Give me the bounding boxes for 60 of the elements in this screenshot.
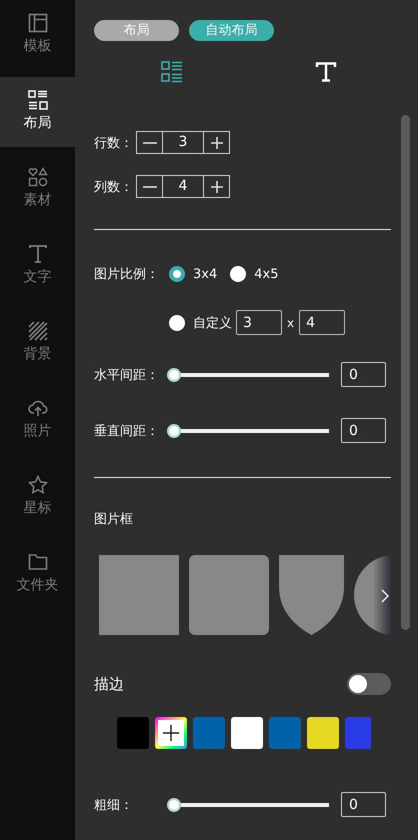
slider-label: 垂直间距： bbox=[94, 422, 160, 440]
stepper-label: 行数： bbox=[94, 134, 134, 152]
shapes-icon bbox=[28, 167, 48, 187]
section-title: 图片框 bbox=[94, 511, 134, 529]
stroke-toggle[interactable] bbox=[347, 673, 391, 695]
plus-icon bbox=[210, 180, 224, 194]
value-input[interactable]: 0 bbox=[341, 792, 386, 817]
folder-icon bbox=[28, 552, 48, 572]
plus-icon bbox=[162, 724, 180, 742]
color-swatch[interactable] bbox=[117, 717, 149, 749]
sidebar-item[interactable]: 文字 bbox=[0, 231, 75, 308]
star-icon bbox=[28, 475, 48, 495]
color-swatch[interactable] bbox=[269, 717, 301, 749]
shield-frame[interactable] bbox=[279, 555, 344, 635]
width-input[interactable]: 3 bbox=[236, 310, 282, 335]
minus-icon bbox=[142, 186, 156, 188]
text-tab-icon[interactable] bbox=[314, 61, 336, 83]
cloud-upload-icon bbox=[28, 398, 48, 418]
radio-button[interactable] bbox=[169, 266, 185, 282]
sidebar-item[interactable]: 布局 bbox=[0, 77, 75, 147]
slider-label: 水平间距： bbox=[94, 366, 160, 384]
ratio-label: 图片比例： bbox=[94, 266, 160, 283]
stepper-value[interactable]: 4 bbox=[162, 176, 204, 197]
value-input[interactable]: 0 bbox=[341, 362, 386, 387]
color-swatch[interactable] bbox=[193, 717, 225, 749]
stepper-value[interactable]: 3 bbox=[162, 132, 204, 153]
radio-label: 4x5 bbox=[254, 266, 278, 282]
scrollbar[interactable] bbox=[401, 115, 410, 630]
layout-tab-icon[interactable] bbox=[161, 61, 183, 83]
sidebar-item[interactable]: 背景 bbox=[0, 308, 75, 385]
sidebar-item[interactable]: 模板 bbox=[0, 0, 75, 77]
template-icon bbox=[28, 13, 48, 33]
radio-label: 自定义 bbox=[193, 314, 232, 332]
radio-button[interactable] bbox=[169, 314, 185, 330]
add-color-button[interactable] bbox=[155, 717, 187, 749]
radio-label: 3x4 bbox=[193, 266, 218, 282]
stroke-label: 描边 bbox=[94, 674, 124, 694]
hatch-icon bbox=[28, 321, 48, 341]
sidebar-item[interactable]: 星标 bbox=[0, 462, 75, 539]
height-input[interactable]: 4 bbox=[299, 310, 346, 335]
times-separator: x bbox=[287, 316, 294, 330]
minus-icon bbox=[142, 142, 156, 144]
slider-thumb[interactable] bbox=[167, 798, 181, 812]
radio-button[interactable] bbox=[230, 266, 246, 282]
color-swatch[interactable] bbox=[231, 717, 263, 749]
mode-tab[interactable]: 布局 bbox=[94, 20, 179, 41]
slider-thumb[interactable] bbox=[167, 368, 181, 382]
layout-icon bbox=[28, 90, 48, 110]
slider-thumb[interactable] bbox=[167, 424, 181, 438]
sidebar-item[interactable]: 素材 bbox=[0, 154, 75, 231]
sidebar-item[interactable]: 文件夹 bbox=[0, 539, 75, 616]
value-input[interactable]: 0 bbox=[341, 418, 386, 443]
slider-label: 粗细： bbox=[94, 796, 134, 814]
color-swatch[interactable] bbox=[307, 717, 339, 749]
text-icon bbox=[28, 244, 48, 264]
sidebar-item[interactable]: 照片 bbox=[0, 385, 75, 462]
stepper-label: 列数： bbox=[94, 178, 134, 196]
mode-tab[interactable]: 自动布局 bbox=[189, 20, 274, 41]
color-swatch[interactable] bbox=[345, 717, 371, 749]
plus-icon bbox=[210, 136, 224, 150]
